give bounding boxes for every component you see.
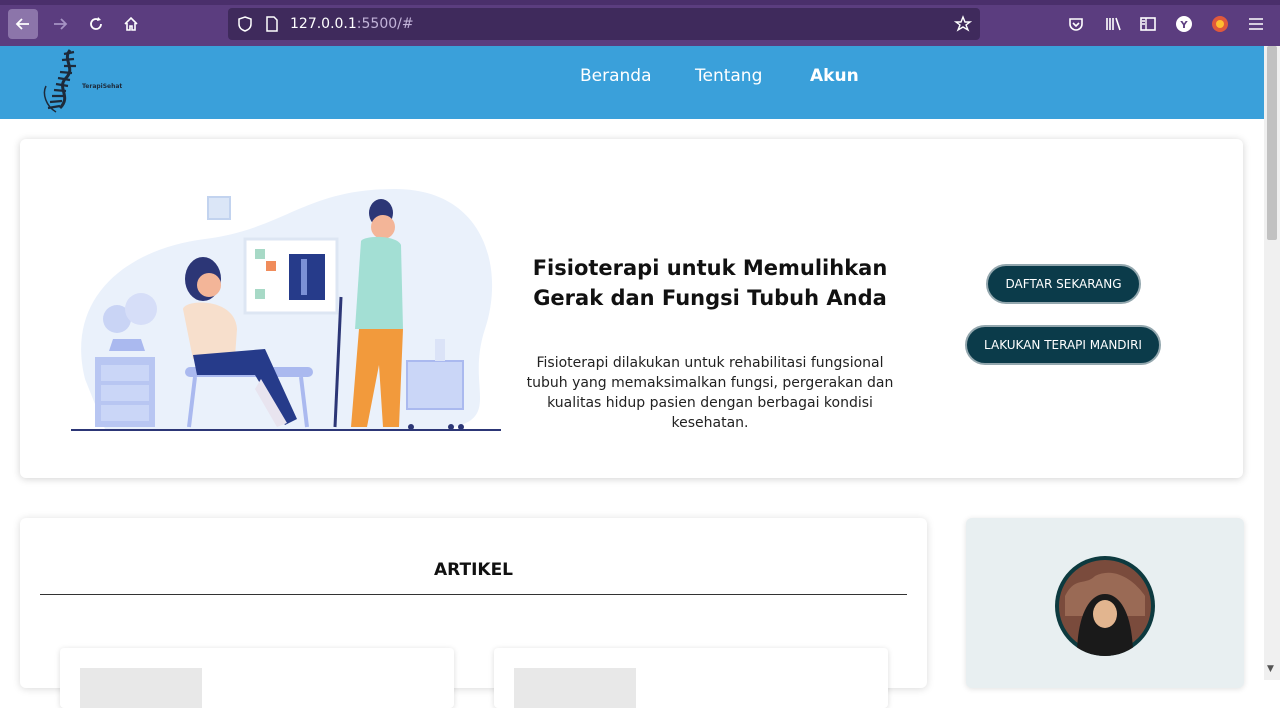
svg-text:Y: Y: [1179, 20, 1188, 31]
article-thumbnail: [80, 668, 202, 708]
arrow-left-icon: [15, 18, 29, 30]
avatar[interactable]: [1055, 556, 1155, 656]
physiotherapy-illustration: [71, 189, 501, 431]
article-heading: ARTIKEL: [433, 560, 514, 580]
article-card-1[interactable]: [60, 648, 454, 708]
nav-link-akun[interactable]: Akun: [810, 66, 859, 86]
article-thumbnail: [514, 668, 636, 708]
sidebar-icon[interactable]: [1138, 14, 1158, 34]
menu-icon[interactable]: [1246, 14, 1266, 34]
url-text[interactable]: 127.0.0.1:5500/#: [290, 16, 414, 32]
scroll-down-arrow-icon[interactable]: ▼: [1267, 664, 1274, 674]
nav-link-beranda[interactable]: Beranda: [580, 66, 652, 86]
browser-toolbar: 127.0.0.1:5500/# Y: [0, 0, 1280, 46]
library-icon[interactable]: [1103, 14, 1123, 34]
star-icon[interactable]: [954, 15, 972, 33]
article-card-2[interactable]: [494, 648, 888, 708]
article-divider: [40, 594, 907, 595]
address-bar[interactable]: 127.0.0.1:5500/#: [228, 8, 980, 40]
hero-title: Fisioterapi untuk Memulihkan Gerak dan F…: [532, 256, 888, 310]
register-button[interactable]: DAFTAR SEKARANG: [986, 264, 1141, 304]
logo-text: TerapiSehat: [82, 83, 122, 90]
extension-icon[interactable]: [1210, 14, 1230, 34]
profile-card: [966, 518, 1244, 688]
site-navbar: TerapiSehat Beranda Tentang Akun: [0, 46, 1264, 119]
spine-logo-icon: TerapiSehat: [43, 49, 122, 113]
arrow-right-icon: [54, 18, 68, 30]
home-button[interactable]: [116, 9, 146, 39]
site-logo[interactable]: TerapiSehat: [38, 46, 133, 116]
account-icon[interactable]: Y: [1174, 14, 1194, 34]
back-button[interactable]: [8, 9, 38, 39]
hero-card: Fisioterapi untuk Memulihkan Gerak dan F…: [20, 139, 1243, 478]
forward-button[interactable]: [45, 9, 75, 39]
hero-description: Fisioterapi dilakukan untuk rehabilitasi…: [526, 355, 894, 431]
nav-link-tentang[interactable]: Tentang: [695, 66, 762, 86]
pocket-icon[interactable]: [1066, 14, 1086, 34]
url-path: :5500/#: [356, 16, 414, 32]
self-therapy-button[interactable]: LAKUKAN TERAPI MANDIRI: [965, 325, 1161, 365]
home-icon: [124, 16, 138, 31]
url-host: 127.0.0.1: [290, 16, 357, 32]
profile-photo: [1059, 560, 1151, 656]
tab-strip: [0, 0, 1280, 5]
page-icon: [266, 16, 278, 32]
scrollbar-thumb[interactable]: [1267, 46, 1277, 240]
shield-icon[interactable]: [236, 15, 254, 33]
reload-icon: [90, 17, 102, 30]
article-section: ARTIKEL: [20, 518, 927, 708]
reload-button[interactable]: [81, 9, 111, 39]
page-scrollbar[interactable]: ▼: [1264, 46, 1280, 680]
